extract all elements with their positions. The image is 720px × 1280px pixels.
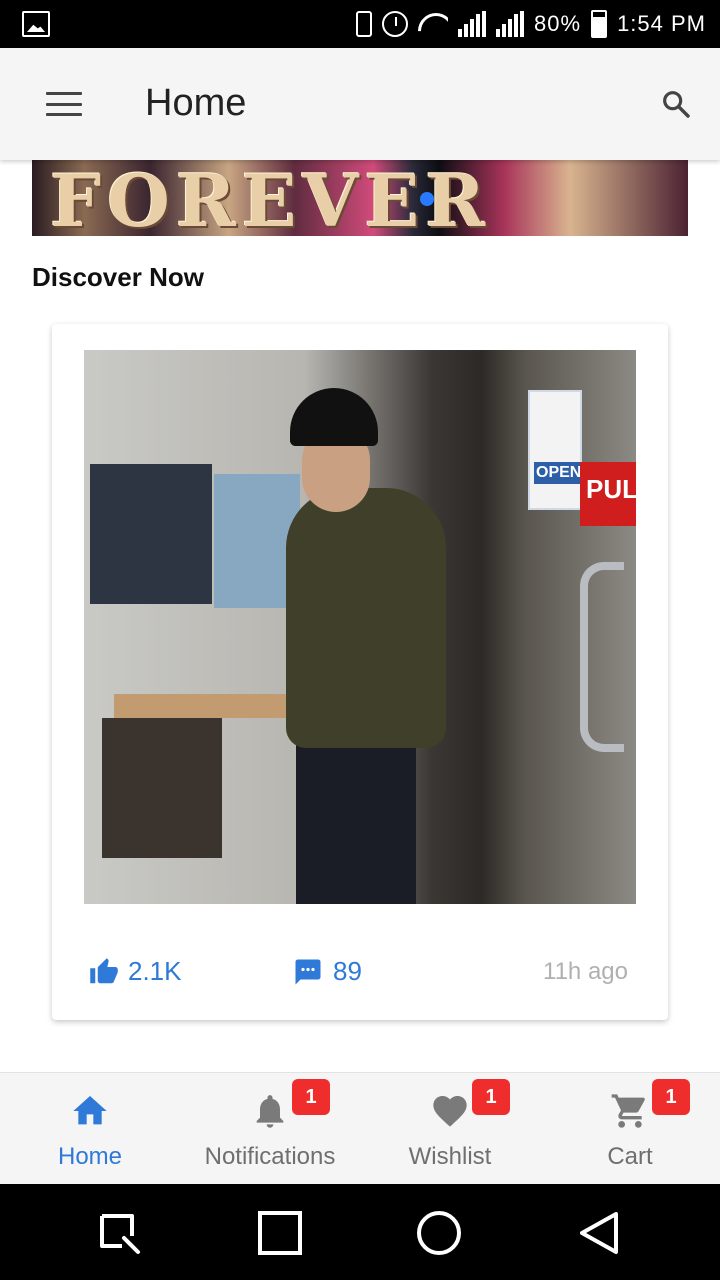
like-count: 2.1K [128, 956, 182, 986]
cart-badge: 1 [652, 1079, 690, 1115]
shelf-shape [114, 694, 304, 718]
menu-icon[interactable] [46, 92, 82, 116]
vibrate-icon [356, 11, 373, 37]
person-cap [290, 388, 378, 446]
page-title: Home [145, 82, 247, 124]
post-actions: 2.1K 89 11h ago [88, 954, 628, 994]
gallery-icon [22, 11, 50, 37]
banner-carousel[interactable]: FOREVER [32, 160, 688, 236]
comment-count: 89 [333, 956, 362, 986]
wifi-icon [418, 13, 448, 35]
bag-shape [90, 464, 212, 604]
status-icons: 80% 1:54 PM [356, 0, 706, 48]
back-icon[interactable] [576, 1210, 622, 1256]
signal-1-icon [458, 11, 487, 37]
status-bar: 80% 1:54 PM [0, 0, 720, 48]
section-title: Discover Now [32, 262, 204, 292]
person-body [286, 488, 446, 748]
nav-home[interactable]: Home [0, 1073, 180, 1185]
comment-button[interactable]: 89 [293, 956, 362, 987]
nav-notifications[interactable]: 1 Notifications [180, 1073, 360, 1185]
alarm-icon [382, 11, 409, 37]
person-legs [296, 730, 416, 904]
thumbs-up-icon [90, 957, 118, 983]
signal-2-icon [496, 11, 525, 37]
open-sign [528, 390, 584, 510]
recents-icon[interactable] [96, 1210, 142, 1256]
nav-cart[interactable]: 1 Cart [540, 1073, 720, 1185]
nav-label: Cart [607, 1143, 653, 1170]
overview-icon[interactable] [257, 1210, 303, 1256]
battery-percent: 80% [534, 11, 582, 36]
battery-icon [591, 10, 608, 38]
clock-time: 1:54 PM [617, 11, 706, 36]
comment-icon [295, 959, 321, 984]
post-card[interactable]: PULL 2.1K 89 11h ago [52, 324, 668, 1020]
post-time: 11h ago [543, 958, 628, 985]
search-icon[interactable] [660, 88, 692, 120]
post-photo[interactable]: PULL [84, 350, 636, 904]
bottom-navigation: Home 1 Notifications 1 Wishlist 1 Cart [0, 1072, 720, 1184]
bell-icon [256, 1095, 284, 1128]
home-icon [73, 1096, 107, 1125]
app-bar: Home [0, 48, 720, 160]
system-navigation-bar [0, 1184, 720, 1280]
pull-sign: PULL [580, 462, 636, 526]
carousel-indicator [420, 192, 434, 206]
nav-label: Notifications [204, 1143, 336, 1170]
nav-label: Home [57, 1143, 123, 1170]
wishlist-badge: 1 [472, 1079, 510, 1115]
door-handle [580, 562, 624, 752]
like-button[interactable]: 2.1K [88, 956, 182, 987]
heart-icon [433, 1096, 467, 1127]
nav-label: Wishlist [408, 1143, 492, 1170]
nav-wishlist[interactable]: 1 Wishlist [360, 1073, 540, 1185]
notification-badge: 1 [292, 1079, 330, 1115]
cart-icon [611, 1094, 645, 1128]
bag-shape [102, 718, 222, 858]
home-button-icon[interactable] [416, 1210, 462, 1256]
